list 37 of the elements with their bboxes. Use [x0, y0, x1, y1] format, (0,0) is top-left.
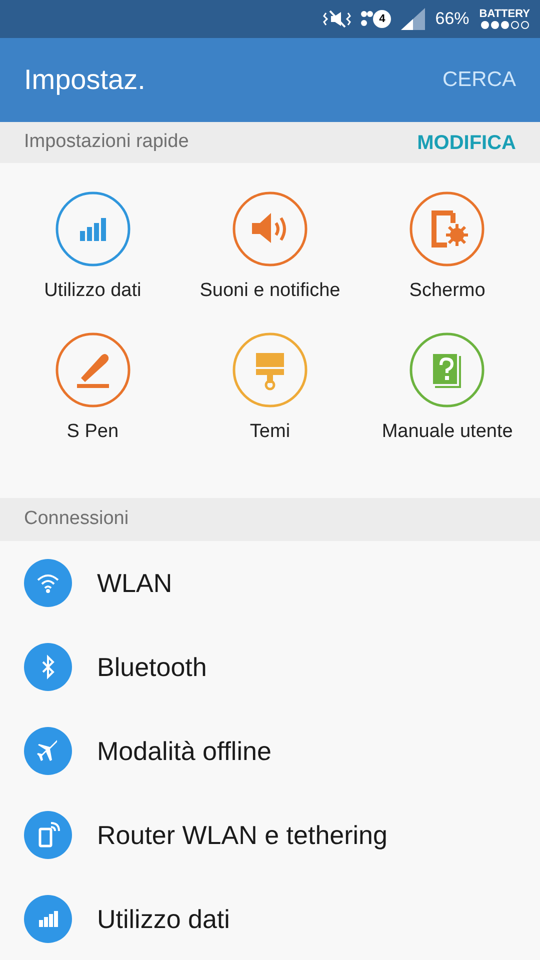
- quick-setting-label: S Pen: [66, 420, 119, 444]
- bars-icon: [24, 895, 72, 943]
- section-title: Impostazioni rapide: [24, 130, 189, 154]
- mute-vibrate-icon: [323, 9, 352, 29]
- quick-setting-label: Schermo: [409, 279, 486, 303]
- signal-icon: [401, 8, 426, 30]
- battery-percent: 66%: [435, 8, 470, 30]
- section-title: Connessioni: [24, 507, 129, 532]
- notification-count: 4: [373, 10, 392, 28]
- quick-setting-label: Utilizzo dati: [44, 279, 142, 303]
- quick-setting-label: Suoni e notifiche: [200, 279, 340, 303]
- quick-setting[interactable]: Schermo: [358, 191, 536, 306]
- quick-setting[interactable]: Suoni e notifiche: [181, 191, 359, 306]
- settings-item-label: Bluetooth: [97, 650, 207, 684]
- settings-item-label: Utilizzo dati: [97, 902, 230, 936]
- quick-setting-label: Manuale utente: [382, 420, 513, 444]
- battery-label: BATTERY: [479, 8, 530, 20]
- settings-item-label: Router WLAN e tethering: [97, 818, 388, 852]
- quick-setting[interactable]: Utilizzo dati: [4, 191, 182, 306]
- quick-setting-label: Temi: [250, 420, 290, 444]
- quick-setting[interactable]: Temi: [181, 332, 359, 446]
- bluetooth-icon: [24, 643, 72, 691]
- settings-item-label: Modalità offline: [97, 734, 272, 768]
- phone-signal-icon: [24, 811, 72, 859]
- airplane-icon: [24, 727, 72, 775]
- settings-item-label: WLAN: [97, 566, 172, 600]
- battery-dots-icon: [480, 20, 530, 30]
- settings-item[interactable]: WLAN: [0, 541, 540, 625]
- quick-setting[interactable]: Manuale utente: [358, 332, 536, 446]
- settings-item[interactable]: Utilizzo dati: [0, 877, 540, 960]
- app-title: Impostaz.: [24, 63, 146, 97]
- settings-item[interactable]: Modalità offline: [0, 709, 540, 793]
- settings-item[interactable]: Bluetooth: [0, 625, 540, 709]
- quick-setting[interactable]: S Pen: [4, 332, 182, 446]
- wifi-icon: [24, 559, 72, 607]
- paw-icon: [361, 10, 374, 28]
- settings-item[interactable]: Router WLAN e tethering: [0, 793, 540, 877]
